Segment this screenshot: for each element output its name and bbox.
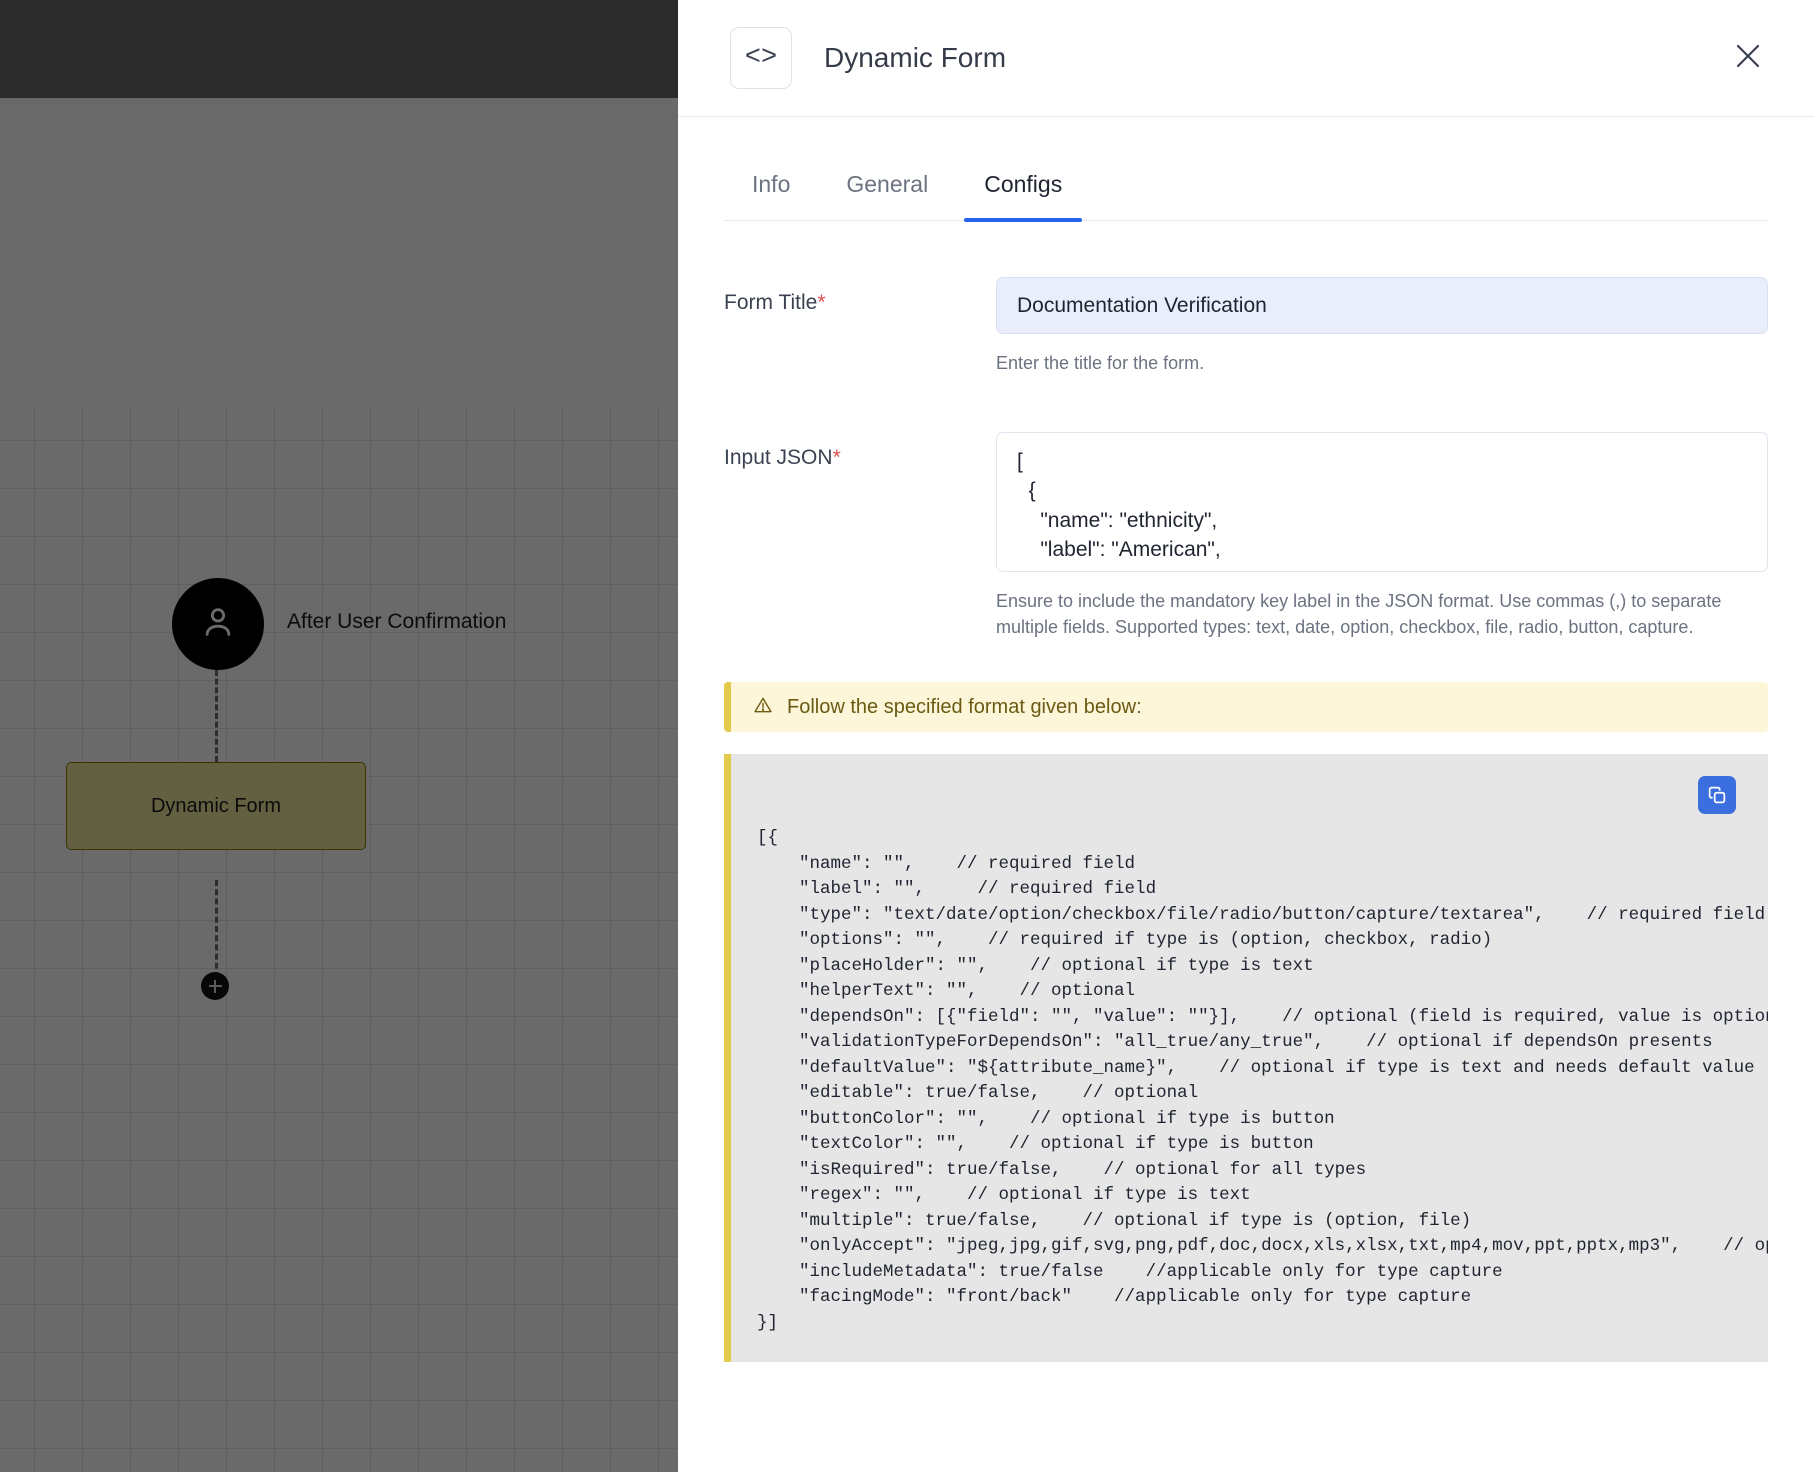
close-icon[interactable] [1722,30,1774,82]
add-node-button[interactable] [201,972,229,1000]
input-json-hint: Ensure to include the mandatory key labe… [996,591,1722,638]
edge-form-to-add [215,880,218,978]
form-title-label: Form Title* [724,277,996,315]
input-json-label: Input JSON* [724,432,996,470]
warning-triangle-icon [753,695,773,719]
edge-user-to-form [215,670,218,762]
format-code-block: [{ "name": "", // required field "label"… [724,754,1768,1363]
form-title-row: Form Title* Documentation Verification E… [724,277,1768,376]
format-warning-banner: Follow the specified format given below: [724,682,1768,733]
panel-tabs: Info General Configs [724,159,1768,222]
form-title-label-text: Form Title [724,291,818,314]
workflow-canvas[interactable]: After User Confirmation Dynamic Form [0,0,678,1472]
user-icon [198,602,238,647]
tab-info[interactable]: Info [724,159,818,220]
screen: After User Confirmation Dynamic Form <> … [0,0,1814,1472]
dynamic-form-node-label: Dynamic Form [150,794,281,817]
code-brackets-glyph: <> [744,43,778,73]
tab-configs[interactable]: Configs [956,159,1090,222]
dynamic-form-node[interactable]: Dynamic Form [66,762,366,850]
form-title-hint: Enter the title for the form. [996,353,1205,373]
dynamic-form-side-panel: <> Dynamic Form Info General Configs For… [678,0,1814,1472]
form-title-control: Documentation Verification Enter the tit… [996,277,1768,376]
form-title-input[interactable]: Documentation Verification [996,277,1768,334]
required-marker: * [832,446,841,470]
user-confirmation-node-label: After User Confirmation [287,610,507,633]
tab-general[interactable]: General [818,159,956,220]
format-code-text: [{ "name": "", // required field "label"… [757,828,1768,1333]
copy-icon[interactable] [1698,776,1736,815]
panel-header: <> Dynamic Form [678,0,1814,117]
form-title-input-value: Documentation Verification [1017,293,1267,317]
panel-title: Dynamic Form [824,42,1007,73]
input-json-label-text: Input JSON [724,446,833,470]
user-confirmation-node[interactable] [172,578,264,670]
required-marker: * [817,291,826,314]
code-brackets-icon: <> [730,27,792,89]
canvas-top-strip [0,0,678,98]
panel-body: Info General Configs Form Title* Documen… [678,117,1814,1472]
format-warning-text: Follow the specified format given below: [787,695,1142,718]
input-json-row: Input JSON* [ { "name": "ethnicity", "la… [724,432,1768,640]
canvas-mid-strip [0,98,678,408]
input-json-textarea[interactable]: [ { "name": "ethnicity", "label": "Ameri… [996,432,1768,573]
input-json-control: [ { "name": "ethnicity", "label": "Ameri… [996,432,1768,640]
